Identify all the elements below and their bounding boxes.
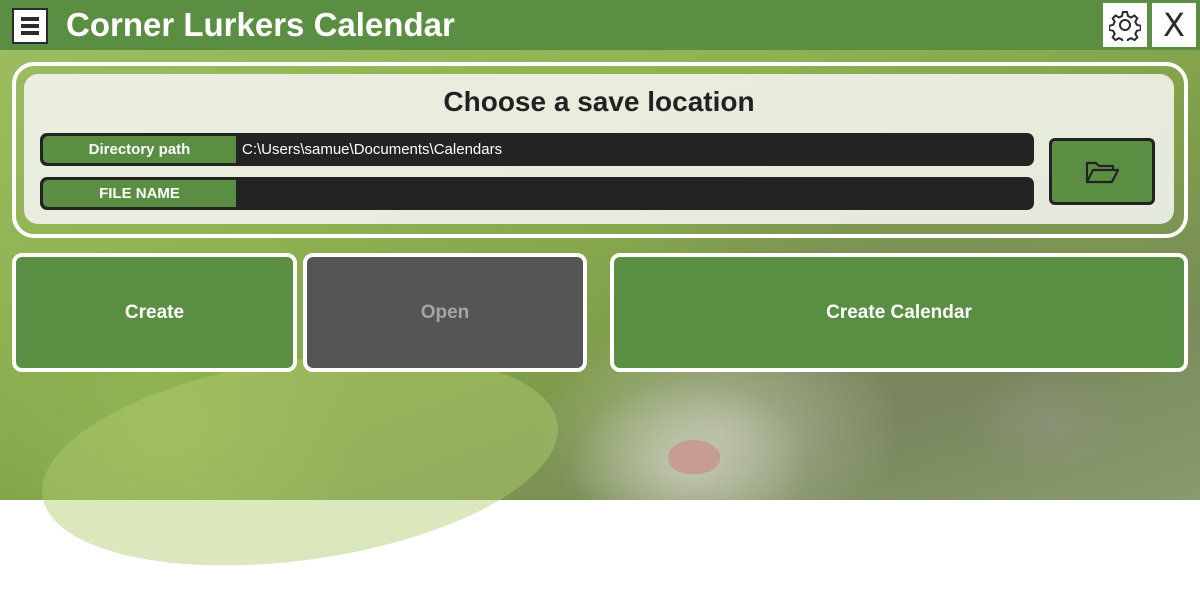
directory-path-label: Directory path <box>43 136 236 163</box>
file-name-label: FILE NAME <box>43 180 236 207</box>
file-name-input[interactable] <box>242 177 1022 210</box>
create-button[interactable]: Create <box>12 253 297 372</box>
file-name-field[interactable]: FILE NAME <box>40 177 1034 210</box>
close-button[interactable]: X <box>1151 2 1197 48</box>
directory-path-field[interactable]: Directory path <box>40 133 1034 166</box>
title-bar: Corner Lurkers Calendar X <box>0 0 1200 50</box>
close-icon: X <box>1163 6 1185 44</box>
background-cat-nose <box>668 440 720 474</box>
settings-button[interactable] <box>1102 2 1148 48</box>
calendar-document-icon <box>12 8 48 44</box>
app-title: Corner Lurkers Calendar <box>66 6 455 43</box>
open-button[interactable]: Open <box>303 253 587 372</box>
browse-folder-button[interactable] <box>1049 138 1155 205</box>
directory-path-input[interactable] <box>242 133 1022 166</box>
gear-icon <box>1109 11 1141 41</box>
folder-open-icon <box>1085 161 1120 183</box>
create-calendar-button[interactable]: Create Calendar <box>610 253 1188 372</box>
panel-title: Choose a save location <box>443 86 755 117</box>
